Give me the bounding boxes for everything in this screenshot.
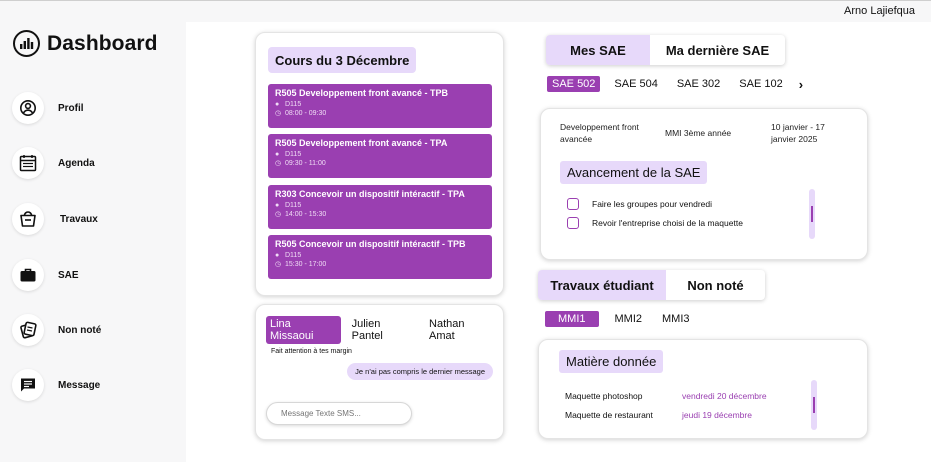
briefcase-icon <box>12 259 44 291</box>
sae-year: MMI 3ème année <box>665 128 732 138</box>
received-message: Fait attention à tes margin <box>271 348 352 355</box>
chat-tabs: Lina Missaoui Julien Pantel Nathan Amat <box>266 316 503 344</box>
matiere-name: Maquette de restaurant <box>565 410 653 420</box>
clock-icon: ◷ <box>275 211 282 218</box>
location-pin-icon: ● <box>275 151 280 158</box>
sidebar-item-non-note[interactable]: Non noté <box>12 314 101 346</box>
tab-mmi2[interactable]: MMI2 <box>610 311 648 327</box>
cards-icon <box>12 314 44 346</box>
course-name: R505 Developpement front avancé - TPA <box>275 138 448 148</box>
sidebar-item-label: Travaux <box>60 213 98 225</box>
sae-progress-title: Avancement de la SAE <box>560 161 708 184</box>
tab-travaux-etudiant[interactable]: Travaux étudiant <box>538 270 666 300</box>
tab-derniere-sae[interactable]: Ma dernière SAE <box>650 35 785 65</box>
clock-icon: ◷ <box>275 160 282 167</box>
sidebar-item-label: Profil <box>58 102 84 114</box>
task-scrollbar[interactable] <box>809 189 815 239</box>
sae-card: Developpement front avancée MMI 3ème ann… <box>540 108 868 260</box>
chat-card: Lina Missaoui Julien Pantel Nathan Amat … <box>255 304 504 440</box>
tab-sae-102[interactable]: SAE 102 <box>734 76 787 92</box>
main-content: Cours du 3 Décembre R505 Developpement f… <box>186 22 931 462</box>
tab-mes-sae[interactable]: Mes SAE <box>546 35 650 65</box>
calendar-icon <box>12 147 44 179</box>
courses-card: Cours du 3 Décembre R505 Developpement f… <box>255 32 504 296</box>
clock-icon: ◷ <box>275 261 282 268</box>
sae-dates: 10 janvier - 17 janvier 2025 <box>771 122 825 144</box>
tab-mmi1[interactable]: MMI1 <box>545 311 599 327</box>
clock-icon: ◷ <box>275 110 282 117</box>
scrollbar-thumb[interactable] <box>813 397 815 413</box>
works-bag-icon <box>12 203 44 235</box>
course-item[interactable]: R505 Developpement front avancé - TPA ● D… <box>268 134 492 178</box>
location-pin-icon: ● <box>275 101 280 108</box>
course-name: R505 Developpement front avancé - TPB <box>275 88 449 98</box>
course-name: R303 Concevoir un dispositif intéractif … <box>275 189 465 199</box>
travaux-segmented-control: Travaux étudiant Non noté <box>538 270 765 300</box>
sidebar-item-label: Agenda <box>58 157 95 169</box>
course-time: 14:00 - 15:30 <box>285 210 327 218</box>
task-item[interactable]: Revoir l'entreprise choisi de la maquett… <box>567 217 743 229</box>
sidebar-item-message[interactable]: Message <box>12 369 100 401</box>
course-room: D115 <box>285 202 302 209</box>
chevron-right-icon[interactable]: › <box>799 77 803 92</box>
matiere-date: vendredi 20 décembre <box>682 391 767 401</box>
tab-mmi3[interactable]: MMI3 <box>657 311 695 327</box>
course-item[interactable]: R505 Developpement front avancé - TPB ● D… <box>268 84 492 128</box>
sidebar-item-profil[interactable]: Profil <box>12 92 84 124</box>
tab-sae-504[interactable]: SAE 504 <box>609 76 662 92</box>
task-checkbox[interactable] <box>567 198 579 210</box>
task-checkbox[interactable] <box>567 217 579 229</box>
course-time: 09:30 - 11:00 <box>285 159 326 167</box>
scrollbar-thumb[interactable] <box>811 206 813 222</box>
sidebar-item-agenda[interactable]: Agenda <box>12 147 95 179</box>
matiere-card: Matière donnée Maquette photoshop vendre… <box>538 339 868 439</box>
chat-tab-nathan[interactable]: Nathan Amat <box>425 316 496 344</box>
sidebar-item-label: SAE <box>58 269 79 281</box>
course-name: R505 Concevoir un dispositif intéractif … <box>275 239 466 249</box>
chat-tab-julien[interactable]: Julien Pantel <box>348 316 418 344</box>
sidebar-item-sae[interactable]: SAE <box>12 259 79 291</box>
sidebar-item-label: Message <box>58 379 101 391</box>
task-label: Faire les groupes pour vendredi <box>592 199 713 209</box>
message-input[interactable] <box>266 402 412 425</box>
matiere-scrollbar[interactable] <box>811 380 817 430</box>
brand[interactable]: Dashboard <box>13 30 158 57</box>
sae-subject: Developpement front avancée <box>560 122 639 144</box>
tab-non-note[interactable]: Non noté <box>666 270 765 300</box>
sidebar-item-label: Non noté <box>58 324 102 336</box>
tab-sae-302[interactable]: SAE 302 <box>672 76 725 92</box>
course-room: D115 <box>285 151 302 158</box>
course-item[interactable]: R505 Concevoir un dispositif intéractif … <box>268 235 492 279</box>
sidebar: Dashboard Profil Agenda Travaux SAE Non … <box>0 22 186 462</box>
sae-segmented-control: Mes SAE Ma dernière SAE <box>546 35 785 65</box>
course-item[interactable]: R303 Concevoir un dispositif intéractif … <box>268 185 492 229</box>
course-room: D115 <box>285 101 302 108</box>
sae-tabs: SAE 502 SAE 504 SAE 302 SAE 102 › <box>547 76 803 92</box>
sent-message: Je n'ai pas compris le dernier message <box>347 363 493 380</box>
task-item[interactable]: Faire les groupes pour vendredi <box>567 198 712 210</box>
message-icon <box>12 369 44 401</box>
sidebar-item-travaux[interactable]: Travaux <box>12 203 98 235</box>
course-time: 15:30 - 17:00 <box>285 260 327 268</box>
user-circle-icon <box>12 92 44 124</box>
matiere-date: jeudi 19 décembre <box>682 410 752 420</box>
matiere-name: Maquette photoshop <box>565 391 643 401</box>
task-label: Revoir l'entreprise choisi de la maquett… <box>592 218 743 228</box>
courses-title: Cours du 3 Décembre <box>268 47 417 73</box>
tab-sae-502[interactable]: SAE 502 <box>547 76 601 92</box>
course-room: D115 <box>285 252 302 259</box>
dashboard-logo-icon <box>13 30 40 57</box>
chat-tab-lina[interactable]: Lina Missaoui <box>266 316 341 344</box>
top-bar: Arno Lajiefqua <box>0 0 931 22</box>
mmi-tabs: MMI1 MMI2 MMI3 <box>545 311 710 327</box>
location-pin-icon: ● <box>275 202 280 209</box>
user-name[interactable]: Arno Lajiefqua <box>844 5 915 17</box>
matiere-row[interactable]: Maquette photoshop vendredi 20 décembre <box>565 391 767 401</box>
location-pin-icon: ● <box>275 252 280 259</box>
dashboard-title: Dashboard <box>47 31 158 55</box>
matiere-row[interactable]: Maquette de restaurant jeudi 19 décembre <box>565 410 752 420</box>
course-time: 08:00 - 09:30 <box>285 109 327 117</box>
matiere-title: Matière donnée <box>559 350 664 373</box>
